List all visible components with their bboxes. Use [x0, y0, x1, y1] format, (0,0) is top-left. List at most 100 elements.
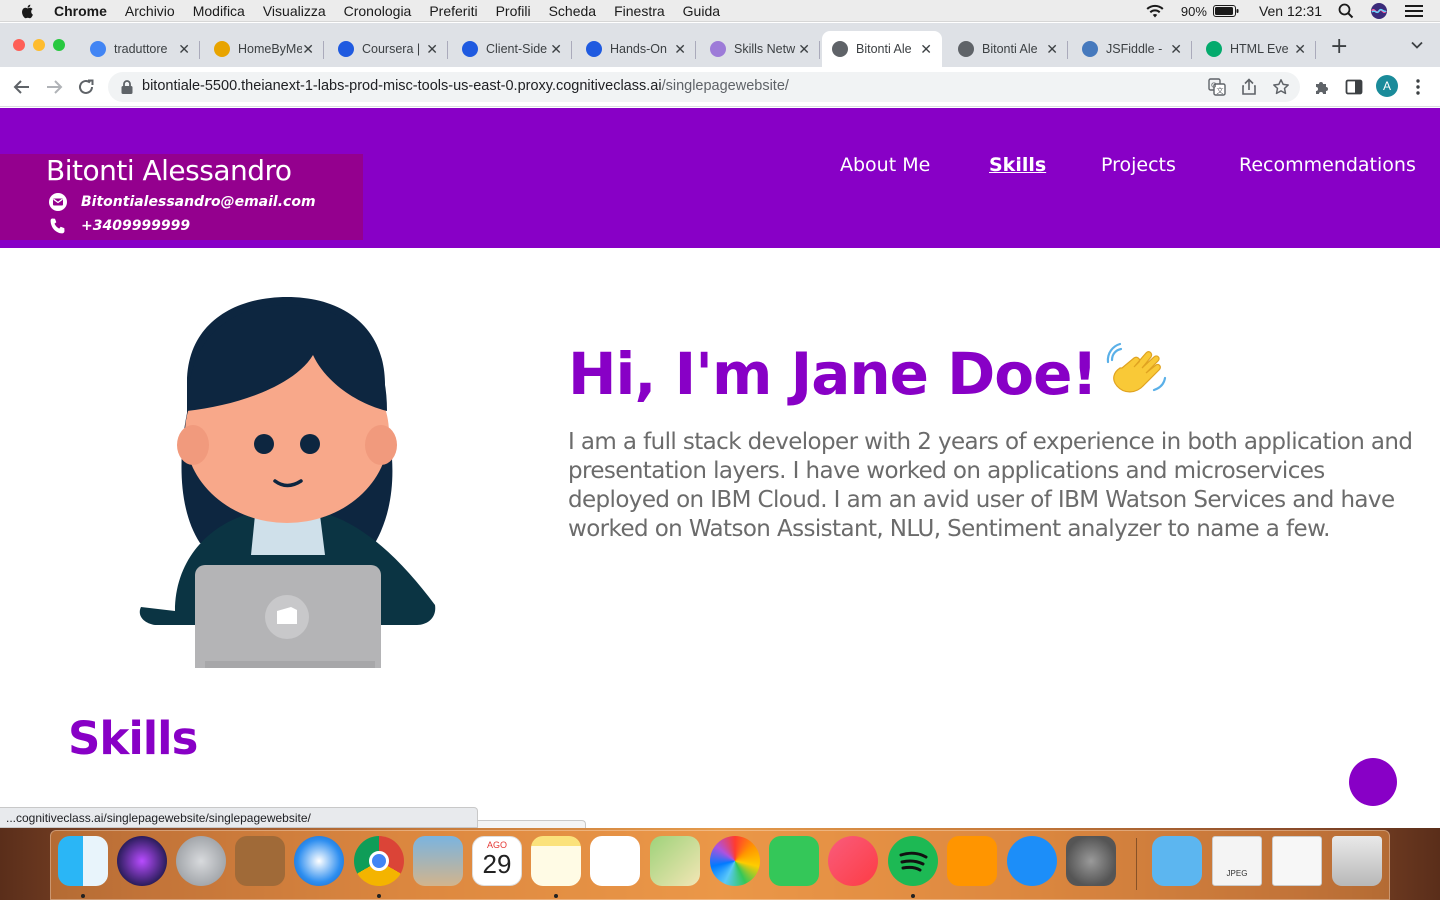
- tab-search-chevron-icon[interactable]: [1410, 38, 1424, 52]
- chrome-icon[interactable]: [354, 836, 404, 886]
- tab-close-icon[interactable]: ✕: [920, 41, 932, 58]
- wifi-icon[interactable]: [1145, 3, 1165, 19]
- window-zoom-button[interactable]: [53, 39, 65, 51]
- photos-icon[interactable]: [710, 836, 760, 886]
- browser-tab[interactable]: Client-Side ✕: [452, 31, 572, 67]
- tab-close-icon[interactable]: ✕: [302, 41, 314, 58]
- tab-title: JSFiddle -: [1106, 42, 1163, 56]
- system-preferences-icon[interactable]: [1066, 836, 1116, 886]
- tab-title: Hands-On: [610, 42, 667, 56]
- browser-tab[interactable]: Hands-On ✕: [576, 31, 696, 67]
- menu-modifica[interactable]: Modifica: [193, 3, 245, 19]
- browser-tab[interactable]: Bitonti Ale ✕: [948, 31, 1068, 67]
- address-bar-url[interactable]: bitontiale-5500.theianext-1-labs-prod-mi…: [142, 78, 789, 94]
- menu-profili[interactable]: Profili: [496, 3, 531, 19]
- new-tab-button[interactable]: +: [1330, 34, 1348, 59]
- contact-card: Bitonti Alessandro Bitontialessandro@ema…: [0, 154, 363, 240]
- tab-close-icon[interactable]: ✕: [550, 41, 562, 58]
- tab-close-icon[interactable]: ✕: [1046, 41, 1058, 58]
- forward-arrow-icon[interactable]: [44, 77, 64, 97]
- window-close-button[interactable]: [13, 39, 25, 51]
- battery-icon[interactable]: [1212, 5, 1239, 17]
- tab-close-icon[interactable]: ✕: [1170, 41, 1182, 58]
- browser-tab[interactable]: Coursera | ✕: [328, 31, 448, 67]
- finder-running-dot: [81, 894, 85, 898]
- dock-separator: [1136, 838, 1137, 890]
- spotlight-search-icon[interactable]: [1338, 3, 1354, 19]
- browser-tab[interactable]: traduttore ✕: [80, 31, 200, 67]
- menu-preferiti[interactable]: Preferiti: [429, 3, 477, 19]
- site-owner-name: Bitonti Alessandro: [46, 154, 292, 187]
- siri-icon[interactable]: [117, 836, 167, 886]
- calendar-icon[interactable]: AGO 29: [472, 836, 522, 886]
- skills-section-heading: Skills: [68, 712, 198, 765]
- menu-archivio[interactable]: Archivio: [125, 3, 175, 19]
- tab-close-icon[interactable]: ✕: [178, 41, 190, 58]
- control-center-icon[interactable]: [1404, 4, 1424, 18]
- maps-icon[interactable]: [650, 836, 700, 886]
- contacts-icon[interactable]: [235, 836, 285, 886]
- tab-title: Skills Netw: [734, 42, 796, 56]
- share-icon[interactable]: [1240, 78, 1258, 96]
- siri-icon[interactable]: [1370, 2, 1388, 20]
- apple-icon[interactable]: [20, 3, 36, 19]
- address-bar[interactable]: bitontiale-5500.theianext-1-labs-prod-mi…: [108, 72, 1300, 102]
- menu-visualizza[interactable]: Visualizza: [263, 3, 326, 19]
- screenshot-file-icon[interactable]: [1272, 836, 1322, 886]
- menu-app-name[interactable]: Chrome: [54, 3, 107, 19]
- spotify-waves-icon: [899, 851, 928, 872]
- profile-avatar[interactable]: A: [1376, 75, 1398, 97]
- homebyme-icon: [214, 41, 230, 57]
- menu-bar-clock[interactable]: Ven 12:31: [1259, 3, 1322, 19]
- tab-close-icon[interactable]: ✕: [426, 41, 438, 58]
- contact-phone[interactable]: +3409999999: [81, 218, 190, 234]
- floating-action-button[interactable]: [1349, 758, 1397, 806]
- nav-recommendations[interactable]: Recommendations: [1239, 154, 1416, 176]
- browser-tab[interactable]: Skills Netw ✕: [700, 31, 820, 67]
- site-header: Bitonti Alessandro Bitontialessandro@ema…: [0, 108, 1440, 248]
- spotify-icon[interactable]: [888, 836, 938, 886]
- jpeg-file-icon[interactable]: JPEG: [1212, 836, 1262, 886]
- menu-cronologia[interactable]: Cronologia: [344, 3, 412, 19]
- translate-icon[interactable]: G 文: [1208, 78, 1226, 96]
- menu-scheda[interactable]: Scheda: [549, 3, 596, 19]
- trash-icon[interactable]: [1332, 836, 1382, 886]
- tab-close-icon[interactable]: ✕: [1294, 41, 1306, 58]
- finder-icon[interactable]: [58, 836, 108, 886]
- chrome-menu-kebab-icon[interactable]: [1408, 77, 1428, 97]
- notes-icon[interactable]: [531, 836, 581, 886]
- safari-icon[interactable]: [294, 836, 344, 886]
- side-panel-icon[interactable]: [1344, 77, 1364, 97]
- preview-icon[interactable]: [413, 836, 463, 886]
- facetime-icon[interactable]: [769, 836, 819, 886]
- lock-icon[interactable]: [120, 79, 134, 95]
- window-minimize-button[interactable]: [33, 39, 45, 51]
- nav-projects[interactable]: Projects: [1101, 154, 1176, 176]
- tab-divider: [571, 41, 572, 59]
- downloads-folder-icon[interactable]: [1152, 836, 1202, 886]
- browser-tab[interactable]: Bitonti Ale ✕: [822, 31, 942, 67]
- browser-tab[interactable]: HomeByMe ✕: [204, 31, 324, 67]
- extensions-puzzle-icon[interactable]: [1312, 77, 1332, 97]
- contact-email[interactable]: Bitontialessandro@email.com: [81, 194, 316, 210]
- nav-skills[interactable]: Skills: [989, 154, 1046, 176]
- menu-finestra[interactable]: Finestra: [614, 3, 665, 19]
- tab-close-icon[interactable]: ✕: [674, 41, 686, 58]
- bookmark-star-icon[interactable]: [1272, 78, 1290, 96]
- browser-tab[interactable]: JSFiddle - ✕: [1072, 31, 1192, 67]
- books-icon[interactable]: [947, 836, 997, 886]
- tab-close-icon[interactable]: ✕: [798, 41, 810, 58]
- music-icon[interactable]: [828, 836, 878, 886]
- tab-title: Coursera |: [362, 42, 421, 56]
- tab-title: traduttore: [114, 42, 168, 56]
- reload-icon[interactable]: [76, 77, 96, 97]
- menu-guida[interactable]: Guida: [683, 3, 720, 19]
- google-icon: [90, 41, 106, 57]
- envelope-icon: [49, 193, 67, 211]
- back-arrow-icon[interactable]: [12, 77, 32, 97]
- nav-about-me[interactable]: About Me: [840, 154, 930, 176]
- launchpad-icon[interactable]: [176, 836, 226, 886]
- reminders-icon[interactable]: [590, 836, 640, 886]
- browser-tab[interactable]: HTML Eve ✕: [1196, 31, 1316, 67]
- app-store-icon[interactable]: [1007, 836, 1057, 886]
